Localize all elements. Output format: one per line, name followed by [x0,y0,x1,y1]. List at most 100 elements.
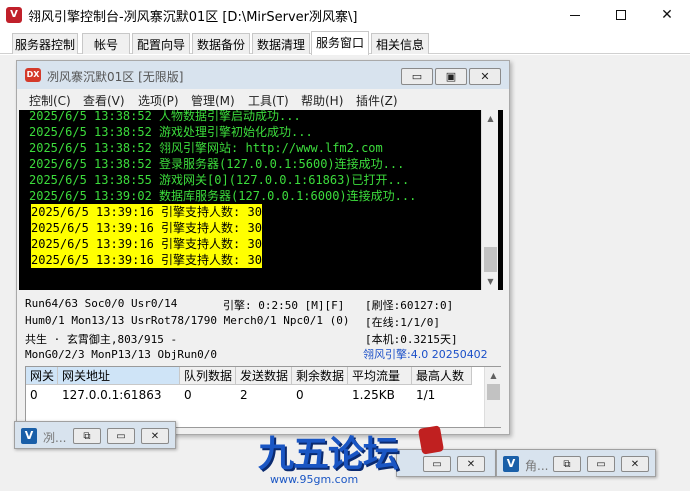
server-window: DX 冽风寨沉默01区 [无限版] ▭ ▣ ✕ 控制(C) 查看(V) 选项(P… [16,60,510,435]
table-cell: 1.25KB [352,388,395,402]
close-button[interactable]: ✕ [644,0,690,30]
tab-account[interactable]: 帐号 [82,33,130,54]
menu-view[interactable]: 查看(V) [83,92,125,109]
minimized-window[interactable]: V 角... ⧉ ▭ ✕ [496,449,656,477]
table-cell: 1/1 [416,388,436,402]
col-header-queue[interactable]: 队列数据 [180,367,236,385]
col-header-address[interactable]: 网关地址 [58,367,180,385]
v-app-icon: V [503,456,519,472]
menu-manage[interactable]: 管理(M) [191,92,235,109]
status-engine: 引擎: 0:2:50 [M][F] [223,299,345,312]
restore-button[interactable]: ⧉ [553,456,581,472]
status-run: Run64/63 Soc0/0 Usr0/14 [25,297,178,310]
dx-icon: DX [25,68,41,82]
status-hum: Hum0/1 Mon13/13 UsrRot78/1790 Merch0/1 N… [25,314,350,327]
log-line: 2025/6/5 13:38:52 游戏处理引擎初始化成功... [29,125,313,139]
log-line: 2025/6/5 13:38:52 翎风引擎网站: http://www.lfm… [29,141,383,155]
close-icon: ✕ [630,458,640,470]
log-line-highlighted: 2025/6/5 13:39:16 引擎支持人数: 30 [31,252,262,268]
status-online: [在线:1/1/0] [365,316,440,329]
table-cell: 0 [30,388,38,402]
close-icon: ✕ [661,7,673,23]
watermark-url: www.95gm.com [270,473,359,486]
col-header-max-users[interactable]: 最高人数 [412,367,472,385]
maximize-button[interactable] [598,0,644,30]
table-cell: 0 [184,388,192,402]
log-line: 2025/6/5 13:38:55 游戏网关[0](127.0.0.1:6186… [29,173,410,187]
status-machine: [本机:0.3215天] [365,333,458,346]
log-line: 2025/6/5 13:39:02 数据库服务器(127.0.0.1:6000)… [29,189,417,203]
minimize-icon [570,14,580,16]
server-window-title: 冽风寨沉默01区 [无限版] [47,70,184,84]
maximize-icon: ▭ [596,458,606,470]
col-header-sent[interactable]: 发送数据 [236,367,292,385]
scroll-thumb[interactable] [487,384,500,400]
col-header-remaining[interactable]: 剩余数据 [292,367,348,385]
menu-control[interactable]: 控制(C) [29,92,71,109]
table-cell: 127.0.0.1:61863 [62,388,162,402]
menu-options[interactable]: 选项(P) [138,92,179,109]
close-icon: ✕ [466,458,476,470]
maximize-icon: ▭ [116,430,126,442]
table-cell: 2 [240,388,248,402]
log-line-highlighted: 2025/6/5 13:39:16 引擎支持人数: 30 [31,220,262,236]
restore-icon: ⧉ [563,458,571,470]
menu-help[interactable]: 帮助(H) [301,92,343,109]
maximize-icon [616,10,626,20]
log-line-highlighted: 2025/6/5 13:39:16 引擎支持人数: 30 [31,204,262,220]
col-header-gateway[interactable]: 网关 [26,367,58,385]
window-titlebar: V 翎风引擎控制台-冽风寨沉默01区 [D:\MirServer冽风寨\] ✕ [0,0,690,30]
server-minimize-button[interactable]: ▭ [401,68,433,85]
minimize-button[interactable] [552,0,598,30]
scroll-thumb[interactable] [484,247,497,272]
status-gong: 共生 · 玄霄御主,803/915 - [25,333,178,346]
log-line: 2025/6/5 13:38:52 人物数据引擎启动成功... [29,110,301,123]
minimized-window[interactable]: V 冽... ⧉ ▭ ✕ [14,421,176,449]
v-app-icon: V [21,428,37,444]
restore-icon: ▣ [445,70,457,83]
gateway-grid[interactable]: 网关 网关地址 队列数据 发送数据 剩余数据 平均流量 最高人数 0 127.0… [25,366,501,428]
scroll-down-icon[interactable]: ▼ [482,273,499,290]
log-line-highlighted: 2025/6/5 13:39:16 引擎支持人数: 30 [31,236,262,252]
menu-bar: 控制(C) 查看(V) 选项(P) 管理(M) 工具(T) 帮助(H) 插件(Z… [17,89,509,110]
status-mon: MonG0/2/3 MonP13/13 ObjRun0/0 [25,348,218,361]
tab-config-wizard[interactable]: 配置向导 [132,33,190,54]
status-version: 翎风引擎:4.0 20250402 [363,348,488,361]
close-button[interactable]: ✕ [457,456,485,472]
maximize-button[interactable]: ▭ [587,456,615,472]
tab-related-info[interactable]: 相关信息 [371,33,429,54]
col-header-avg-traffic[interactable]: 平均流量 [348,367,412,385]
grid-scrollbar[interactable]: ▲ [484,367,501,427]
tab-service-window[interactable]: 服务窗口 [311,31,369,55]
menu-plugins[interactable]: 插件(Z) [356,92,398,109]
window-title: 翎风引擎控制台-冽风寨沉默01区 [D:\MirServer冽风寨\] [28,10,358,25]
log-console[interactable]: 2025/6/5 13:38:52 人物数据引擎启动成功... 2025/6/5… [19,110,503,290]
menu-tools[interactable]: 工具(T) [248,92,289,109]
maximize-button[interactable]: ▭ [107,428,135,444]
scroll-up-icon[interactable]: ▲ [485,367,502,384]
scroll-up-icon[interactable]: ▲ [482,110,499,127]
close-button[interactable]: ✕ [141,428,169,444]
tab-bar: 服务器控制 帐号 配置向导 数据备份 数据清理 服务窗口 相关信息 [0,30,690,55]
minimize-icon: ▭ [411,70,423,83]
server-window-titlebar: DX 冽风寨沉默01区 [无限版] ▭ ▣ ✕ [17,61,509,89]
server-close-button[interactable]: ✕ [469,68,501,85]
close-icon: ✕ [150,430,160,442]
close-icon: ✕ [480,70,490,83]
tab-server-control[interactable]: 服务器控制 [12,33,78,54]
status-refresh: [刷怪:60127:0] [365,299,454,312]
app-icon: V [6,7,22,23]
log-line: 2025/6/5 13:38:52 登录服务器(127.0.0.1:5600)连… [29,157,405,171]
minimized-window-title: 冽... [43,431,67,445]
tab-data-cleanup[interactable]: 数据清理 [252,33,310,54]
minimized-window-title: 角... [525,459,549,473]
tab-data-backup[interactable]: 数据备份 [192,33,250,54]
close-button[interactable]: ✕ [621,456,649,472]
restore-button[interactable]: ⧉ [73,428,101,444]
log-scrollbar[interactable]: ▲ ▼ [481,110,498,290]
server-restore-button[interactable]: ▣ [435,68,467,85]
seal-icon [417,425,445,455]
restore-icon: ⧉ [83,430,91,442]
watermark-logo: 九五论坛 www.95gm.com [258,425,448,486]
watermark-brand: 九五论坛 [258,434,399,475]
